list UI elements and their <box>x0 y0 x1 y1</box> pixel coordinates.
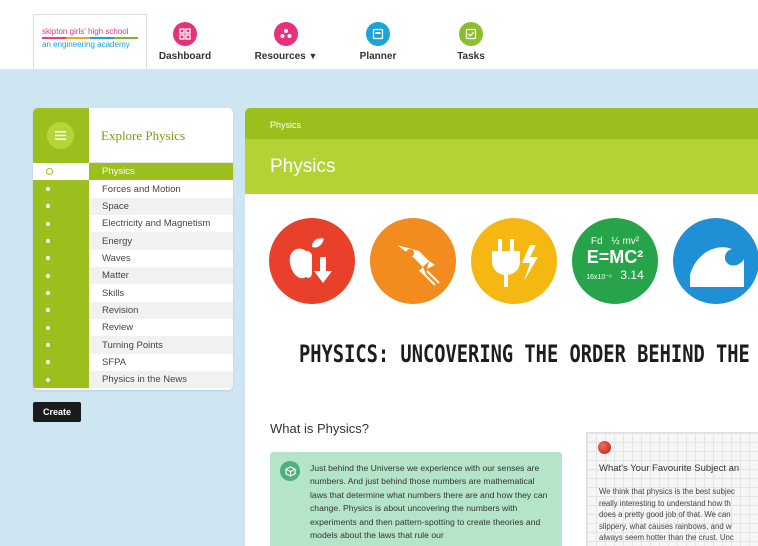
bullet-icon <box>46 325 50 330</box>
sidebar-item-forces-and-motion[interactable]: Forces and Motion <box>33 180 233 198</box>
logo-school-name: skipton girls' high school <box>42 27 129 36</box>
hamburger-menu-icon[interactable] <box>47 122 74 149</box>
rocket-icon <box>370 218 456 304</box>
sidebar-item-label: Matter <box>89 267 233 285</box>
sidebar-item-physics[interactable]: Physics <box>33 163 233 181</box>
formula-emc2: E=MC² <box>586 247 644 267</box>
sidebar-item-label: Physics <box>89 163 233 181</box>
bullet-icon <box>46 291 50 296</box>
bullet-icon <box>46 221 50 226</box>
sidebar-item-label: Review <box>102 322 134 334</box>
note-line: slippery, what causes rainbows, and w <box>599 521 732 531</box>
sidebar-item-review[interactable]: Review <box>33 319 233 337</box>
main-content-panel: Physics Physics Fd ½ mv² E=MC² 16x10⁻⁶ 3… <box>245 108 758 546</box>
sidebar-item-physics-in-the-news[interactable]: Physics in the News <box>33 371 233 389</box>
logo-color-bar <box>42 37 138 39</box>
chevron-down-icon: ▼ <box>308 51 318 61</box>
apple-falling-icon <box>269 218 355 304</box>
sidebar-item-energy[interactable]: Energy <box>33 232 233 250</box>
sidebar-item-label: Skills <box>102 287 125 299</box>
sidebar-item-label: SFPA <box>102 356 127 368</box>
school-logo[interactable]: skipton girls' high school an engineerin… <box>33 14 147 70</box>
sidebar-header: Explore Physics <box>33 108 233 163</box>
sidebar-item-label: Electricity and Magnetism <box>102 218 211 230</box>
wave-icon <box>673 218 758 304</box>
nav-planner-label: Planner <box>359 51 397 62</box>
bullet-icon <box>46 377 50 382</box>
plug-lightning-icon <box>471 218 557 304</box>
sidebar-item-revision[interactable]: Revision <box>33 301 233 320</box>
what-is-physics-text: Just behind the Universe we experience w… <box>310 463 548 541</box>
note-text: We think that physics is the best subjec… <box>599 486 758 544</box>
bullet-icon <box>46 239 50 244</box>
explore-sidebar: Explore Physics Physics Forces and Motio… <box>33 108 233 390</box>
nav-resources[interactable]: Resources ▼ <box>254 22 318 62</box>
sidebar-item-turning-points[interactable]: Turning Points <box>33 336 233 354</box>
sidebar-item-label: Waves <box>102 252 131 264</box>
sidebar-item-label: Turning Points <box>89 336 233 354</box>
nav-planner[interactable]: Planner <box>350 22 406 62</box>
formula-half-mv2: ½ mv² <box>611 236 640 247</box>
note-line: does a pretty good job of that. We can <box>599 510 731 519</box>
sidebar-item-matter[interactable]: Matter <box>33 267 233 285</box>
bullet-icon <box>46 187 50 192</box>
bullet-icon <box>46 204 50 209</box>
page-title: Physics <box>245 139 758 194</box>
what-is-physics-heading: What is Physics? <box>270 421 369 436</box>
what-is-physics-box: Just behind the Universe we experience w… <box>270 452 562 546</box>
sidebar-menu-list: Physics Forces and Motion Space Electric… <box>33 163 233 389</box>
formula-pi: 3.14 <box>620 268 644 282</box>
favourite-subject-note: What's Your Favourite Subject an We thin… <box>586 432 758 546</box>
nav-resources-label: Resources <box>254 51 306 62</box>
sidebar-item-skills[interactable]: Skills <box>33 284 233 302</box>
sidebar-item-waves[interactable]: Waves <box>33 249 233 268</box>
tasks-check-icon <box>459 22 483 46</box>
bullet-icon <box>46 360 50 365</box>
sidebar-item-label: Energy <box>89 232 233 250</box>
sidebar-title: Explore Physics <box>101 128 186 143</box>
sidebar-item-label: Forces and Motion <box>102 183 181 195</box>
sidebar-item-label: Physics in the News <box>89 371 233 389</box>
sidebar-item-label: Space <box>89 197 233 216</box>
sidebar-item-electricity-and-magnetism[interactable]: Electricity and Magnetism <box>33 215 233 233</box>
note-line: always seem hotter than the crust. Unc <box>599 533 734 542</box>
bullet-icon <box>46 308 50 313</box>
logo-tagline: an engineering academy <box>42 40 130 49</box>
sidebar-item-space[interactable]: Space <box>33 197 233 216</box>
nav-dashboard-label: Dashboard <box>158 51 212 62</box>
sidebar-item-sfpa[interactable]: SFPA <box>33 353 233 372</box>
bullet-icon <box>46 343 50 348</box>
create-button[interactable]: Create <box>33 402 81 422</box>
nav-tasks[interactable]: Tasks <box>446 22 496 62</box>
cube-icon <box>280 461 300 481</box>
pushpin-icon <box>598 441 611 454</box>
breadcrumb-item-physics[interactable]: Physics <box>270 120 301 130</box>
planner-icon <box>366 22 390 46</box>
physics-banner: Fd ½ mv² E=MC² 16x10⁻⁶ 3.14 <box>269 218 758 318</box>
note-line: really interesting to understand how th <box>599 498 731 508</box>
bullet-icon <box>46 273 50 278</box>
note-heading: What's Your Favourite Subject an <box>599 463 740 474</box>
dashboard-grid-icon <box>173 22 197 46</box>
formula-scientific: 16x10⁻⁶ <box>586 274 612 281</box>
breadcrumb: Physics <box>245 108 758 139</box>
formula-icon: Fd ½ mv² E=MC² 16x10⁻⁶ 3.14 <box>572 218 658 304</box>
sidebar-item-label: Revision <box>89 301 233 320</box>
bullet-icon <box>46 168 53 176</box>
resources-icon <box>274 22 298 46</box>
bullet-icon <box>46 256 50 261</box>
banner-headline: PHYSICS: UNCOVERING THE ORDER BEHIND THE… <box>299 340 758 368</box>
nav-tasks-label: Tasks <box>457 51 485 62</box>
top-navigation-bar: skipton girls' high school an engineerin… <box>0 0 758 70</box>
note-line: We think that physics is the best subjec <box>599 487 735 496</box>
nav-dashboard[interactable]: Dashboard <box>155 22 215 62</box>
formula-fd: Fd <box>590 236 603 247</box>
